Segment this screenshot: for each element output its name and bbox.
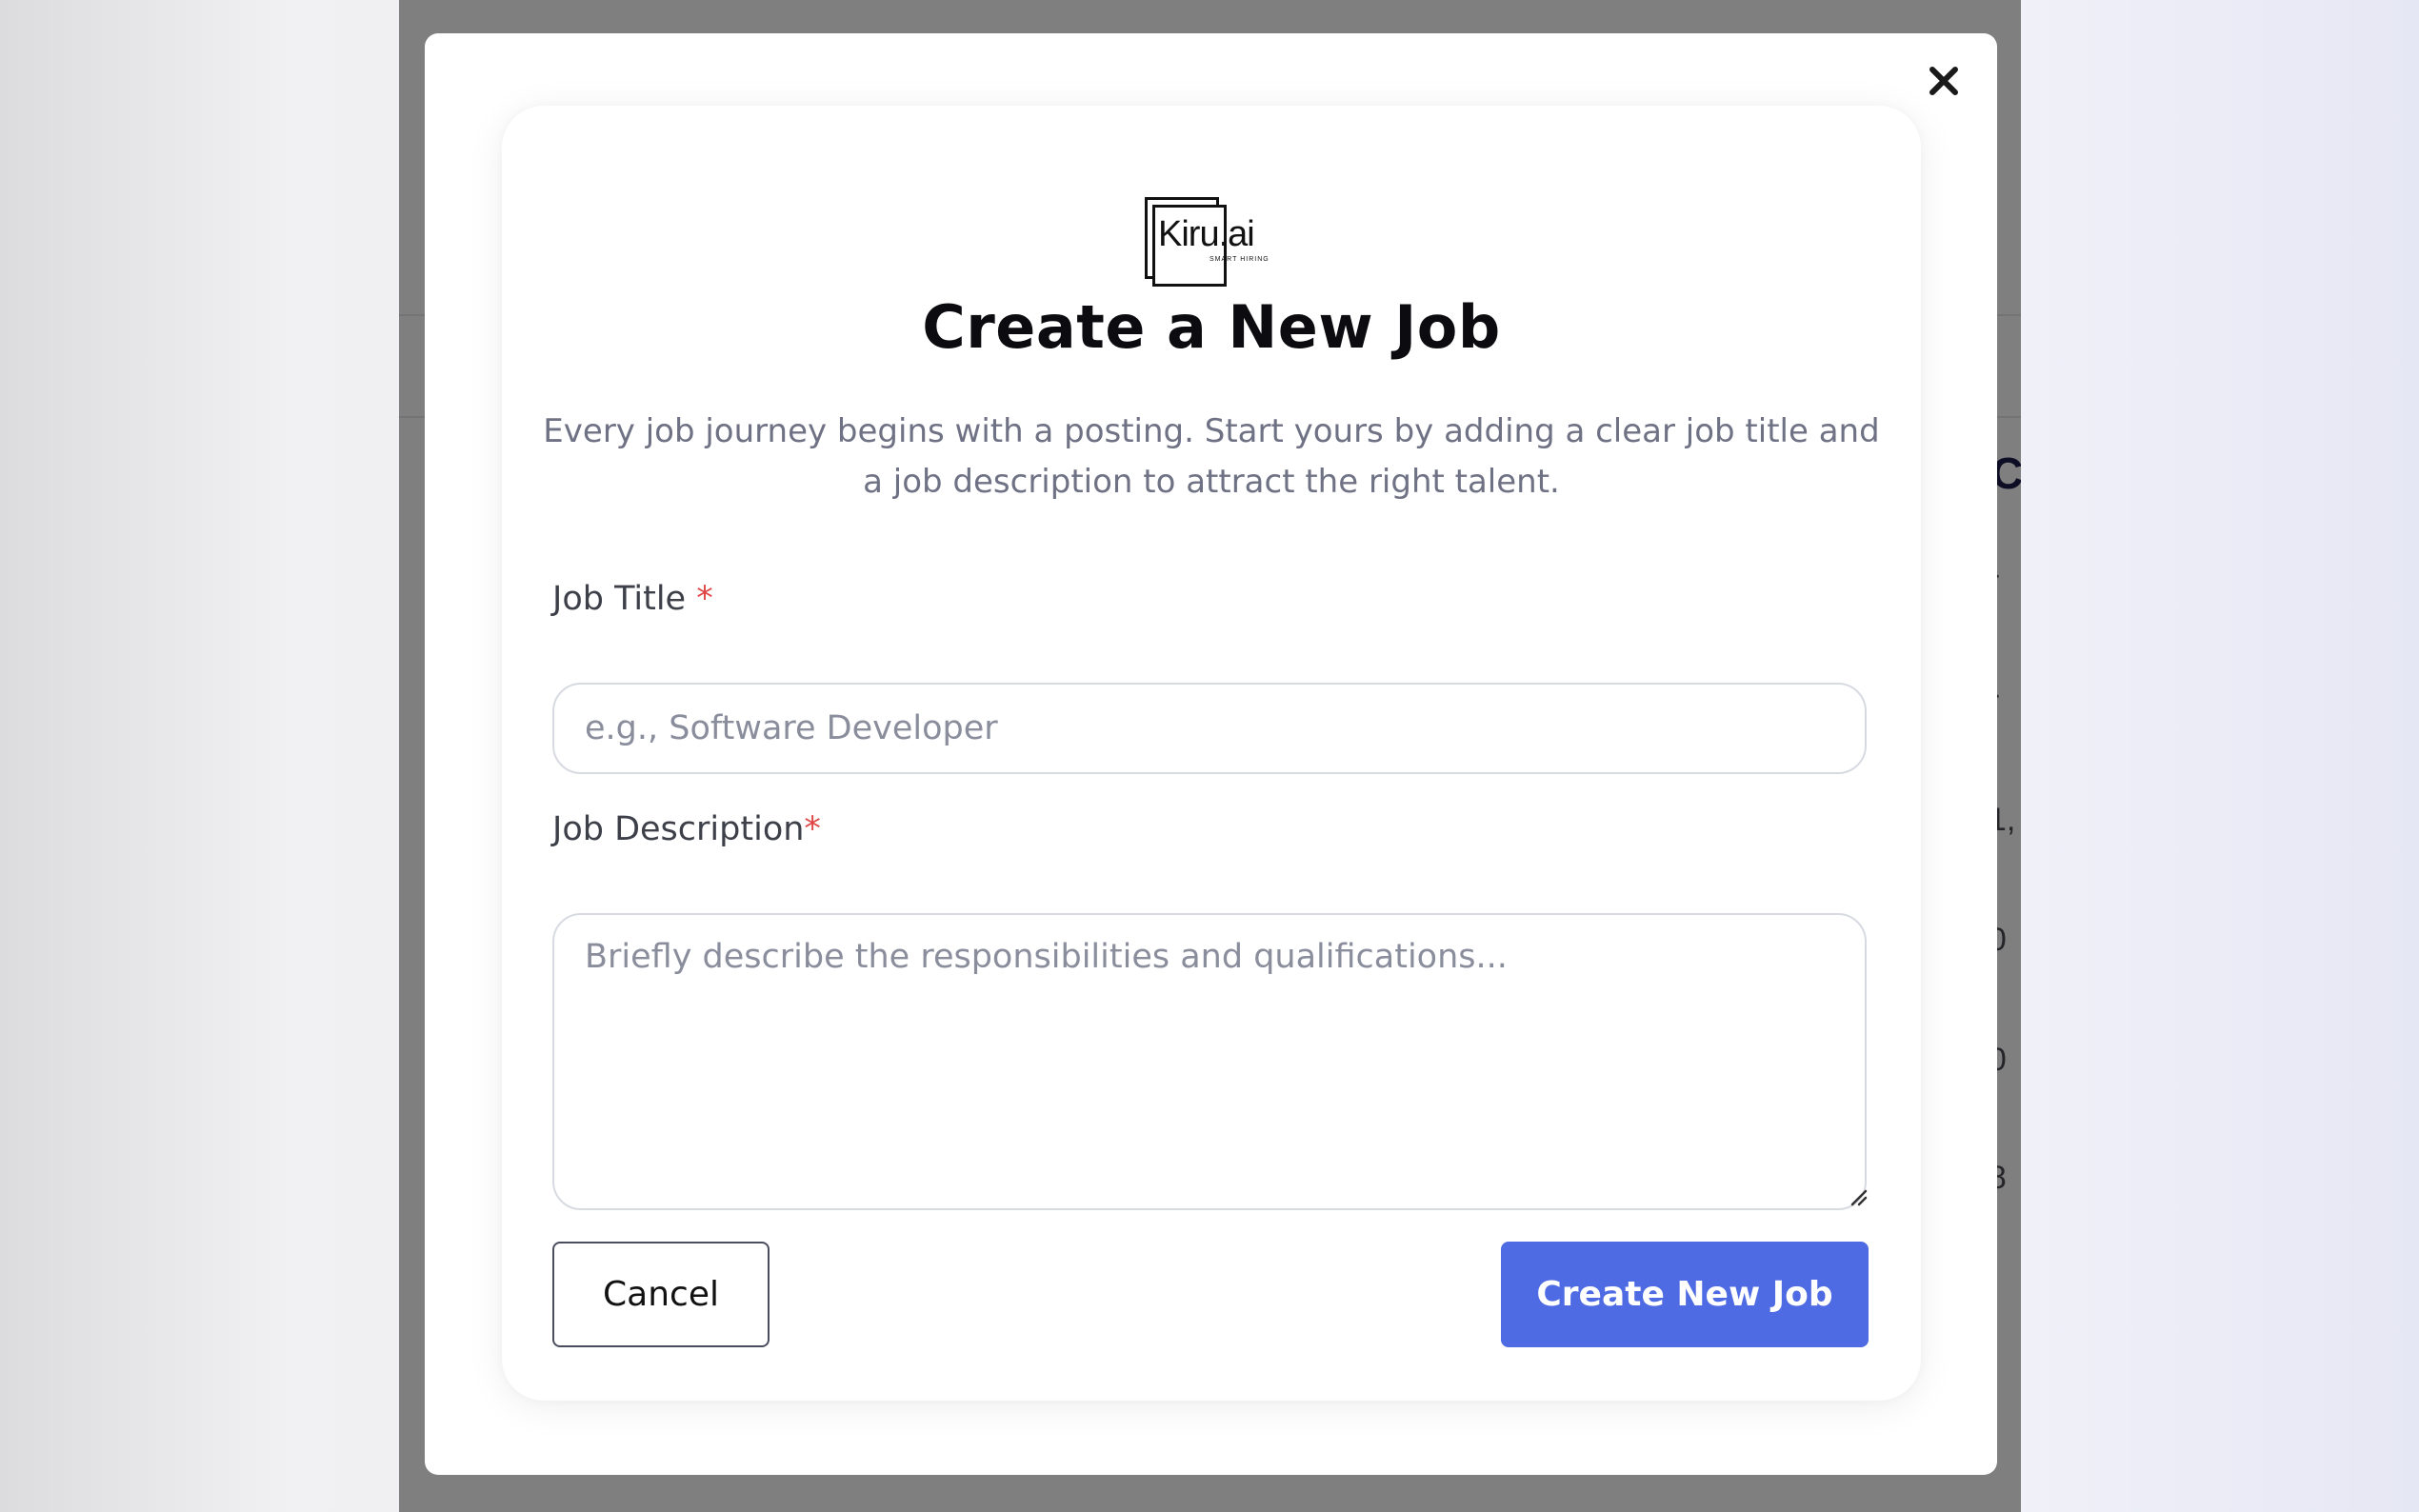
close-icon xyxy=(1929,67,1958,95)
close-button[interactable] xyxy=(1915,52,1972,109)
job-title-input[interactable] xyxy=(552,683,1867,774)
logo-text: Kiru.ai xyxy=(1158,214,1255,254)
required-asterisk: * xyxy=(804,810,821,848)
kiru-logo: Kiru.ai SMART HIRING xyxy=(1145,197,1278,287)
job-title-label: Job Title * xyxy=(552,580,713,618)
create-job-card: Kiru.ai SMART HIRING Create a New Job Ev… xyxy=(502,106,1921,1401)
modal-title: Create a New Job xyxy=(922,292,1501,362)
required-asterisk: * xyxy=(696,580,713,618)
cancel-button[interactable]: Cancel xyxy=(552,1242,770,1347)
resize-handle-icon[interactable] xyxy=(1847,1185,1868,1206)
job-description-textarea[interactable] xyxy=(552,913,1867,1210)
job-description-label: Job Description* xyxy=(552,810,821,848)
create-job-modal: Kiru.ai SMART HIRING Create a New Job Ev… xyxy=(425,33,1997,1475)
modal-subtitle: Every job journey begins with a posting.… xyxy=(543,412,1880,501)
create-new-job-button[interactable]: Create New Job xyxy=(1501,1242,1869,1347)
logo-tagline: SMART HIRING xyxy=(1210,256,1269,263)
